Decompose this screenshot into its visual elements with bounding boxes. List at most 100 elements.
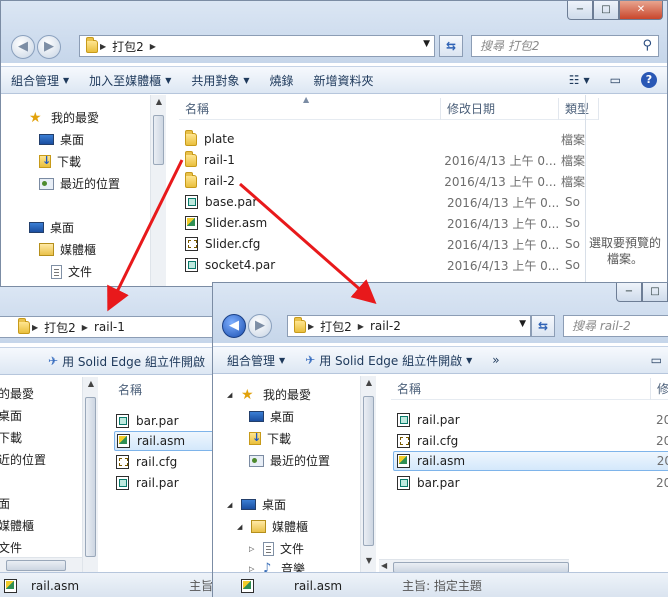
nav-desktop[interactable]: 桌面 [0, 407, 22, 424]
nav-recent-places[interactable]: 最近的位置 [249, 452, 330, 469]
refresh-button[interactable]: ⇆ [439, 35, 463, 57]
nav-desktop-root[interactable]: 面 [0, 495, 10, 512]
nav-recent-places[interactable]: 最近的位置 [39, 175, 120, 192]
forward-button[interactable]: ▶ [248, 314, 272, 338]
nav-desktop[interactable]: 桌面 [39, 131, 84, 148]
back-button[interactable]: ◀ [11, 35, 35, 59]
minimize-button[interactable]: − [616, 283, 642, 302]
address-bar[interactable]: ▶ 打包2 ▶ ▼ [79, 35, 435, 57]
nav-documents[interactable]: 文件 [0, 539, 22, 556]
column-name[interactable]: 名稱 [112, 379, 142, 401]
nav-desktop-root[interactable]: ◢ 桌面 [227, 496, 286, 513]
file-row[interactable]: bar.par 20 [397, 473, 668, 493]
column-name[interactable]: 名稱 [179, 97, 441, 120]
close-button[interactable]: ✕ [619, 1, 663, 20]
preview-pane-button[interactable]: ▭ [641, 353, 668, 367]
nav-libraries[interactable]: 媒體櫃 [39, 241, 96, 258]
scroll-up-icon[interactable]: ▲ [83, 379, 99, 388]
nav-downloads[interactable]: 下載 [39, 153, 81, 170]
expand-icon[interactable]: ▷ [249, 565, 257, 573]
nav-documents[interactable]: ▷ 文件 [249, 540, 304, 557]
file-row-selected[interactable]: rail.asm [114, 431, 224, 451]
file-row[interactable]: Slider.cfg 2016/4/13 上午 0... So [185, 234, 585, 254]
share-with-button[interactable]: 共用對象 ▼ [181, 72, 259, 89]
collapse-icon[interactable]: ◢ [227, 391, 235, 399]
minimize-button[interactable]: − [567, 1, 593, 20]
nav-favorites[interactable]: ★ 我的最愛 [29, 109, 99, 126]
collapse-icon[interactable]: ◢ [237, 523, 245, 531]
forward-button[interactable]: ▶ [37, 35, 61, 59]
scroll-up-icon[interactable]: ▲ [361, 378, 377, 387]
file-row[interactable]: socket4.par 2016/4/13 上午 0... So [185, 255, 585, 275]
scroll-thumb[interactable] [6, 560, 66, 571]
maximize-button[interactable]: □ [642, 283, 668, 302]
breadcrumb-item[interactable]: 打包2 [320, 318, 352, 335]
file-row[interactable]: Slider.asm 2016/4/13 上午 0... So [185, 213, 585, 233]
nav-documents[interactable]: 文件 [51, 263, 92, 280]
open-with-solid-edge-button[interactable]: ✈ 用 Solid Edge 組立件開啟 ▼ [295, 352, 482, 369]
nav-libraries[interactable]: 媒體櫃 [0, 517, 34, 534]
scroll-left-icon[interactable]: ◀ [381, 561, 387, 570]
search-input[interactable]: 搜尋 rail-2 [563, 315, 668, 337]
organize-button[interactable]: 組合管理 ▼ [1, 72, 79, 89]
preview-pane-button[interactable]: ▭ [600, 73, 631, 87]
chevron-down-icon[interactable]: ▼ [519, 319, 526, 329]
more-commands-button[interactable]: » [482, 353, 509, 367]
scroll-thumb[interactable] [85, 397, 96, 557]
nav-desktop[interactable]: 桌面 [249, 408, 294, 425]
nav-scrollbar[interactable]: ▲ [150, 95, 167, 289]
chevron-down-icon[interactable]: ▼ [423, 39, 430, 49]
nav-libraries[interactable]: ◢ 媒體櫃 [237, 518, 308, 535]
file-row-selected[interactable]: rail.asm 20 [393, 451, 668, 471]
search-icon[interactable]: ⚲ [642, 36, 652, 56]
file-row[interactable]: rail.par 20 [397, 410, 668, 430]
column-date[interactable]: 修 [651, 378, 668, 400]
nav-favorites[interactable]: 的最愛 [0, 385, 34, 402]
breadcrumb-chevron-icon: ▶ [32, 322, 39, 332]
nav-desktop-root[interactable]: 桌面 [29, 219, 74, 236]
organize-button[interactable]: 組合管理 ▼ [213, 352, 295, 369]
address-bar[interactable]: ▶ 打包2 ▶ rail-1 [0, 316, 234, 338]
scroll-down-icon[interactable]: ▼ [361, 556, 377, 565]
file-row[interactable]: rail.par [116, 473, 216, 493]
nav-hscrollbar[interactable] [0, 557, 82, 573]
refresh-button[interactable]: ⇆ [531, 315, 555, 337]
nav-scrollbar[interactable]: ▲ ▼ [360, 376, 376, 572]
address-bar[interactable]: ▶ 打包2 ▶ rail-2 ▼ [287, 315, 531, 337]
search-input[interactable]: 搜尋 打包2 ⚲ [471, 35, 659, 57]
breadcrumb-item[interactable]: rail-1 [94, 320, 125, 334]
new-folder-button[interactable]: 新增資料夾 [304, 72, 384, 89]
column-date[interactable]: 修改日期 [441, 97, 559, 120]
maximize-button[interactable]: □ [593, 1, 619, 20]
scroll-thumb[interactable] [363, 396, 374, 546]
scroll-up-icon[interactable]: ▲ [151, 97, 167, 106]
view-options-button[interactable]: ☷ ▼ [559, 73, 600, 87]
open-with-solid-edge-button[interactable]: ✈ 用 Solid Edge 組立件開啟 [0, 353, 215, 370]
nav-music[interactable]: ▷ ♪ 音樂 [249, 560, 305, 572]
back-button[interactable]: ◀ [222, 314, 246, 338]
nav-favorites[interactable]: ◢ ★ 我的最愛 [227, 386, 311, 403]
file-row[interactable]: bar.par [116, 411, 216, 431]
file-row[interactable]: rail.cfg 20 [397, 431, 668, 451]
column-name[interactable]: 名稱 [391, 377, 651, 400]
file-row[interactable]: plate 檔案 [185, 129, 585, 149]
help-button[interactable]: ? [631, 72, 667, 88]
config-file-icon [116, 455, 129, 469]
nav-downloads[interactable]: 下載 [0, 429, 22, 446]
file-row[interactable]: rail-2 2016/4/13 上午 0... 檔案 [185, 171, 585, 191]
expand-icon[interactable]: ▷ [249, 545, 257, 553]
add-to-library-button[interactable]: 加入至媒體櫃 ▼ [79, 72, 181, 89]
column-type[interactable]: 類型 [559, 97, 599, 120]
nav-scrollbar[interactable]: ▲ [82, 377, 98, 574]
file-row[interactable]: rail.cfg [116, 452, 216, 472]
collapse-icon[interactable]: ◢ [227, 501, 235, 509]
breadcrumb-item[interactable]: rail-2 [370, 319, 401, 333]
burn-button[interactable]: 燒錄 [260, 72, 304, 89]
scroll-thumb[interactable] [153, 115, 164, 165]
file-row[interactable]: base.par 2016/4/13 上午 0... So [185, 192, 585, 212]
nav-recent-places[interactable]: 近的位置 [0, 451, 46, 468]
breadcrumb-item[interactable]: 打包2 [112, 38, 144, 55]
breadcrumb-item[interactable]: 打包2 [44, 319, 76, 336]
nav-downloads[interactable]: 下載 [249, 430, 291, 447]
file-row[interactable]: rail-1 2016/4/13 上午 0... 檔案 [185, 150, 585, 170]
